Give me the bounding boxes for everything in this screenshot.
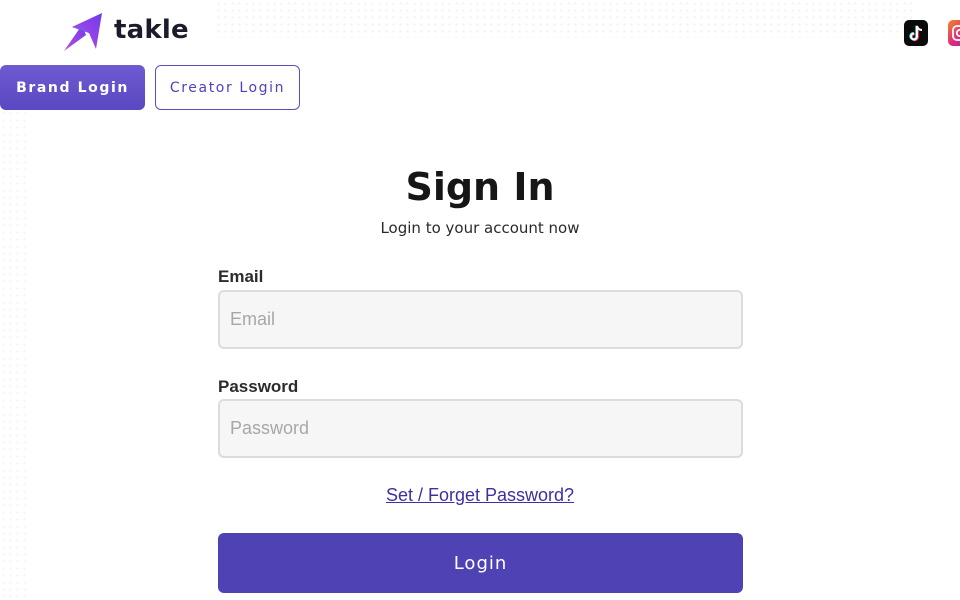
login-type-tabs: Brand Login Creator Login — [0, 65, 300, 110]
password-label: Password — [218, 377, 299, 396]
paper-plane-arrow-logo-icon — [64, 13, 102, 51]
login-page: takle Brand Login Creator Login Sign In … — [0, 0, 960, 600]
tab-brand-login[interactable]: Brand Login — [0, 65, 145, 110]
page-title: Sign In — [405, 165, 555, 209]
login-button[interactable]: Login — [218, 533, 743, 593]
email-field[interactable] — [218, 290, 743, 349]
page-subtitle: Login to your account now — [380, 219, 580, 237]
brand-logo[interactable]: takle — [60, 11, 189, 53]
decorative-dot-pattern — [215, 0, 915, 38]
social-links — [904, 20, 960, 46]
instagram-glyph-icon — [952, 25, 960, 41]
brand-name: takle — [114, 15, 189, 45]
tiktok-icon[interactable] — [904, 20, 928, 46]
tiktok-glyph-icon — [909, 25, 923, 42]
instagram-icon[interactable] — [948, 20, 960, 46]
forgot-password-container: Set / Forget Password? — [0, 484, 960, 506]
tab-creator-login[interactable]: Creator Login — [155, 65, 300, 110]
password-field[interactable] — [218, 399, 743, 458]
forgot-password-link[interactable]: Set / Forget Password? — [386, 485, 574, 505]
email-label: Email — [218, 267, 264, 286]
